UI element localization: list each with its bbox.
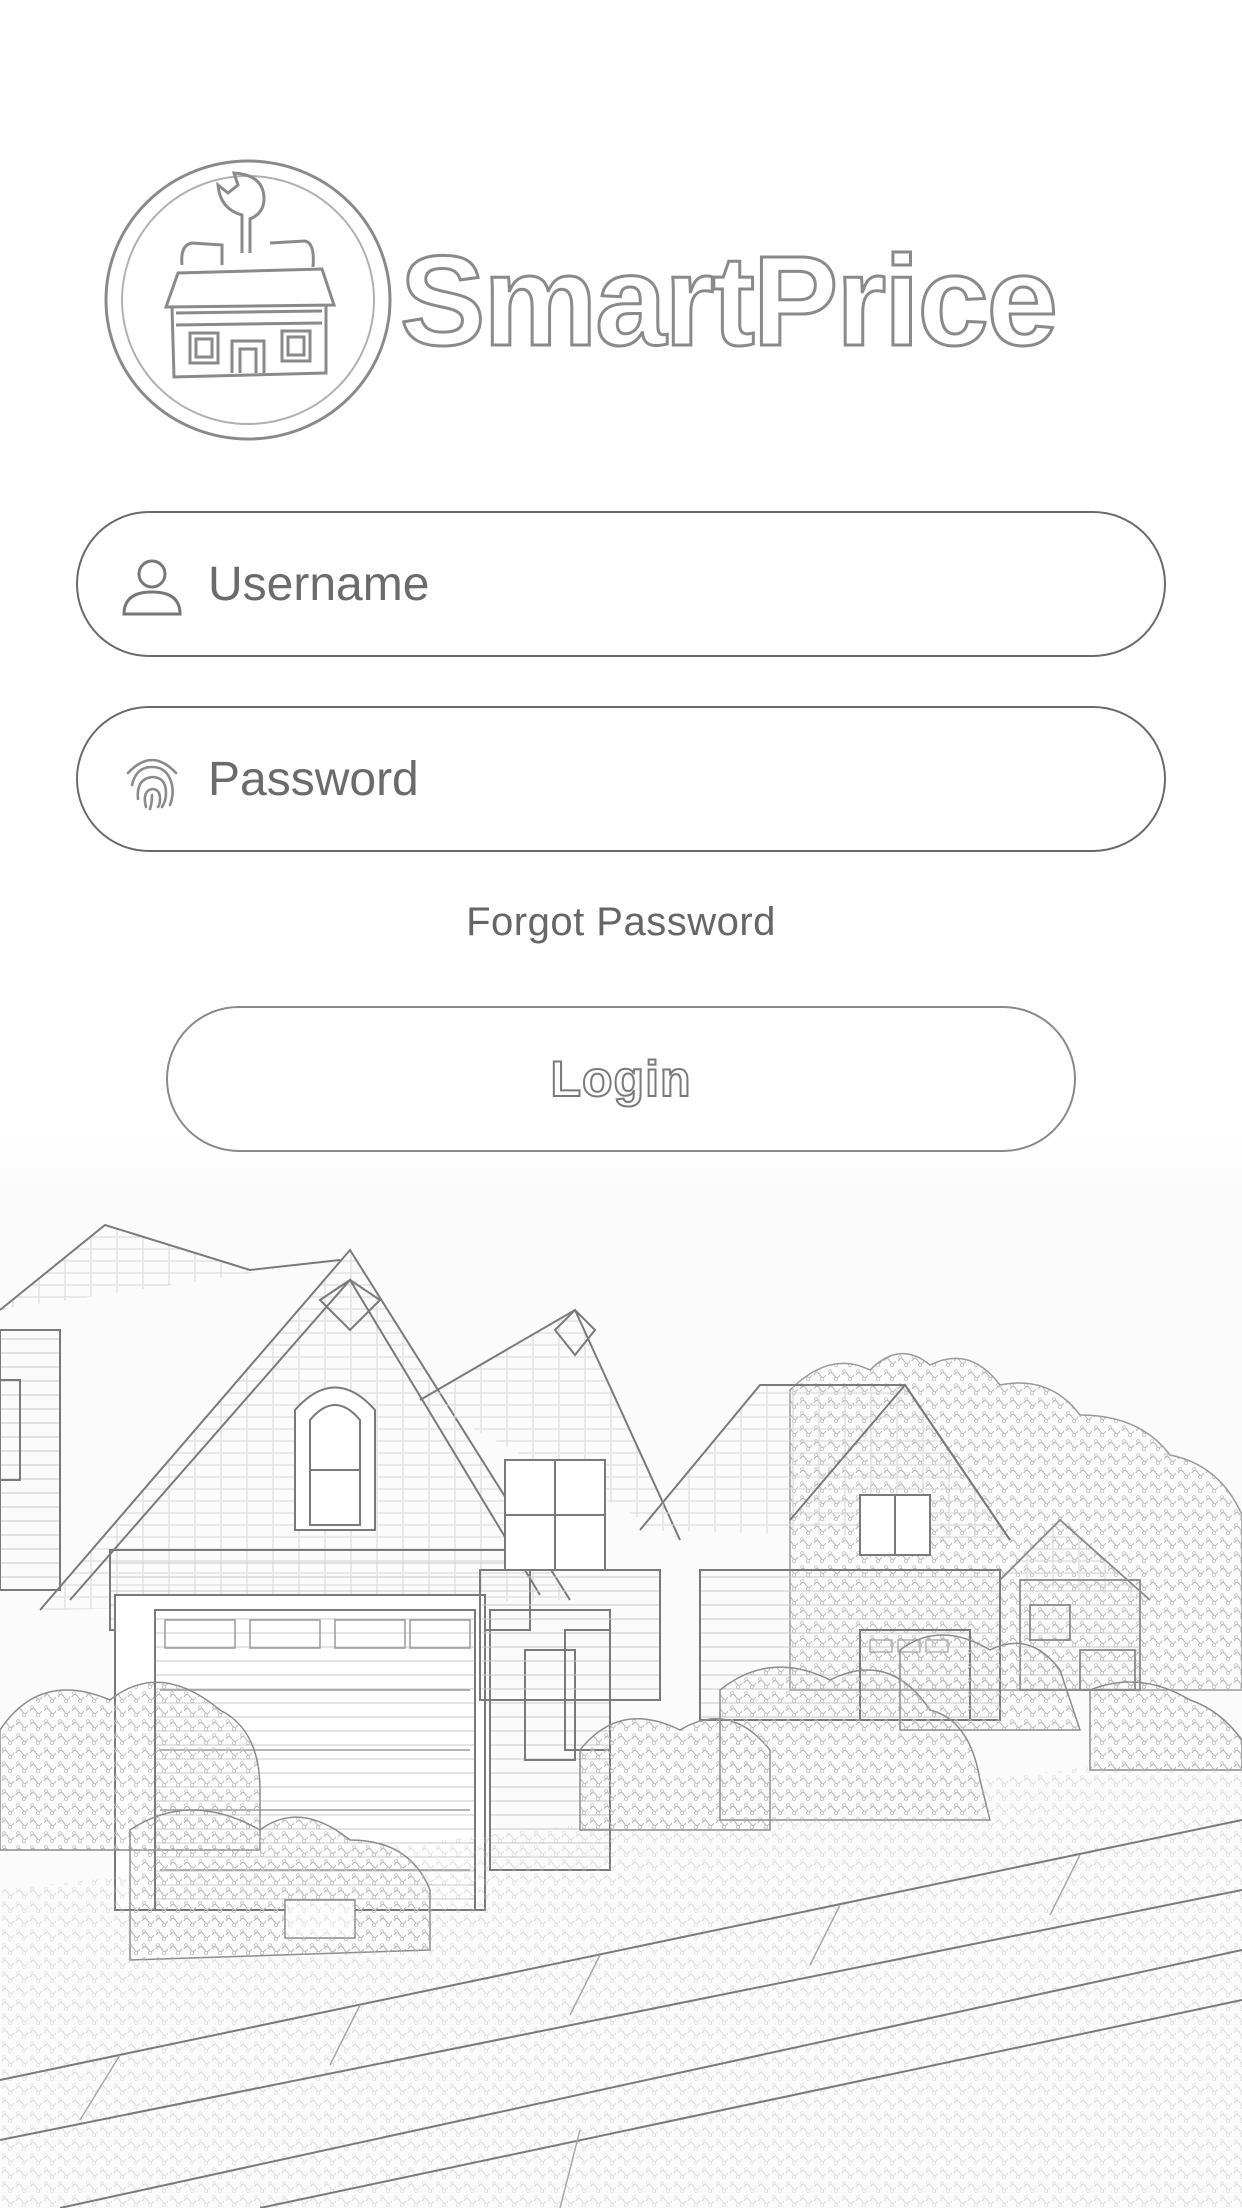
house-wrench-icon bbox=[104, 159, 392, 441]
password-field[interactable] bbox=[76, 706, 1166, 852]
forgot-password-link[interactable]: Forgot Password bbox=[0, 900, 1242, 945]
svg-text:SmartPrice: SmartPrice bbox=[400, 230, 1056, 373]
password-input[interactable] bbox=[208, 708, 1128, 850]
fingerprint-icon bbox=[126, 758, 178, 811]
login-button[interactable]: Login bbox=[166, 1006, 1076, 1152]
user-icon bbox=[122, 559, 182, 616]
username-input[interactable] bbox=[208, 513, 1128, 655]
login-button-label: Login bbox=[549, 1050, 692, 1108]
brand-wordmark: SmartPrice bbox=[400, 229, 1059, 375]
houses-background-image bbox=[0, 1130, 1242, 2208]
login-screen: SmartPrice Forgot Password Login bbox=[0, 0, 1242, 2208]
username-field[interactable] bbox=[76, 511, 1166, 657]
brand-logo: SmartPrice bbox=[100, 155, 1160, 445]
